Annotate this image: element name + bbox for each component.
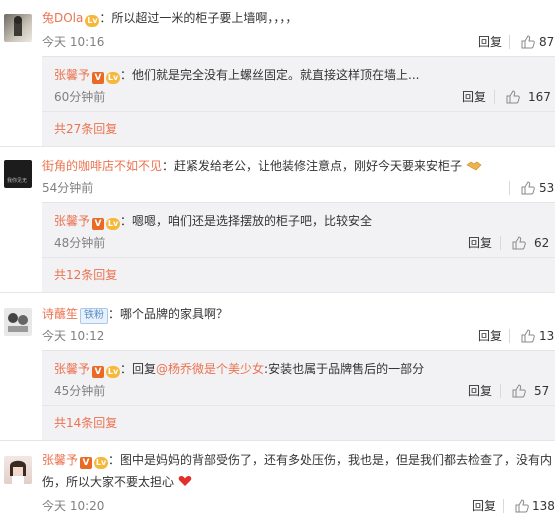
reply-section: 张馨予 V Lv ：嗯嗯，咱们还是选择摆放的柜子吧，比较安全 48分钟前 回复 62 … — [42, 202, 555, 292]
verified-v-icon: V — [92, 218, 105, 230]
more-replies-link[interactable]: 共14条回复 — [54, 415, 117, 431]
comment-time: 54分钟前 — [42, 181, 94, 195]
divider — [0, 146, 555, 147]
divider — [509, 35, 510, 49]
reply-username[interactable]: 张馨予 — [54, 362, 90, 376]
reply-time: 48分钟前 — [54, 236, 106, 250]
like-count: 53 — [539, 181, 555, 195]
reply-text: :安装也属于品牌售后的一部分 — [264, 362, 425, 376]
thumb-up-icon[interactable] — [521, 181, 535, 195]
reply-button[interactable]: 回复 — [472, 498, 496, 514]
reply-button[interactable]: 回复 — [468, 235, 492, 251]
comment-text: ：哪个品牌的家具啊？ — [108, 307, 229, 321]
comment-username[interactable]: 张馨予 — [42, 453, 78, 467]
thumb-up-icon[interactable] — [506, 90, 520, 104]
reply-section: 张馨予 V Lv ：回复@杨乔微是个美少女:安装也属于品牌售后的一部分 45分钟前 回… — [42, 350, 555, 440]
divider — [42, 111, 555, 112]
divider — [509, 181, 510, 195]
avatar[interactable]: 我你见无 — [4, 160, 32, 188]
comment-text: ：赶紧发给老公，让他装修注意点，刚好今天要来安柜子 — [162, 159, 463, 173]
reply-text: ：嗯嗯，咱们还是选择摆放的柜子吧，比较安全 — [120, 214, 373, 228]
thumb-up-icon[interactable] — [512, 384, 526, 398]
more-replies-link[interactable]: 共12条回复 — [54, 267, 117, 283]
like-count: 13 — [539, 329, 555, 343]
red-heart-icon — [178, 476, 192, 486]
handshake-icon — [466, 161, 482, 171]
comment-username[interactable]: 街角的咖啡店不如不见 — [42, 159, 162, 173]
reply-section: 张馨予 V Lv ：他们就是完全没有上螺丝固定。就直接这样顶在墙上... 60分钟前 … — [42, 56, 555, 146]
comment-time: 今天 10:12 — [42, 329, 105, 343]
reply-username[interactable]: 张馨予 — [54, 214, 90, 228]
divider — [42, 405, 555, 406]
reply-prefix: ：回复 — [120, 362, 157, 376]
divider — [500, 384, 501, 398]
vip-level-icon: Lv — [106, 218, 121, 230]
like-count: 167 — [528, 90, 551, 104]
comment-username[interactable]: 诗蘸笙 — [42, 307, 78, 321]
reply-button[interactable]: 回复 — [478, 34, 502, 50]
divider — [500, 236, 501, 250]
verified-v-icon: V — [80, 457, 93, 469]
thumb-up-icon[interactable] — [521, 35, 535, 49]
reply-button[interactable]: 回复 — [462, 89, 486, 105]
comment-text-continued: 伤，所以大家不要太担心 — [42, 475, 175, 489]
divider — [0, 292, 555, 293]
reply-username[interactable]: 张馨予 — [54, 68, 90, 82]
vip-level-icon: Lv — [106, 366, 121, 378]
avatar[interactable] — [4, 14, 32, 42]
like-count: 138 — [532, 499, 555, 513]
like-count: 57 — [534, 384, 550, 398]
comment-time: 今天 10:20 — [42, 499, 105, 513]
avatar[interactable] — [4, 308, 32, 336]
divider — [42, 257, 555, 258]
vip-level-icon: Lv — [106, 72, 121, 84]
like-count: 62 — [534, 236, 550, 250]
mention-link[interactable]: @杨乔微是个美少女 — [156, 362, 264, 376]
verified-v-icon: V — [92, 72, 105, 84]
vip-level-icon: Lv — [85, 15, 100, 27]
iron-fan-badge: 铁粉 — [80, 308, 109, 324]
divider — [0, 440, 555, 441]
comment-username[interactable]: 兔DOla — [42, 11, 83, 25]
reply-text: ：他们就是完全没有上螺丝固定。就直接这样顶在墙上... — [120, 68, 420, 82]
vip-level-icon: Lv — [94, 457, 109, 469]
reply-button[interactable]: 回复 — [468, 383, 492, 399]
thumb-up-icon[interactable] — [521, 329, 535, 343]
divider — [503, 499, 504, 513]
reply-button[interactable]: 回复 — [478, 328, 502, 344]
comment-text: ：图中是妈妈的背部受伤了，还有多处压伤，我也是，但是我们都去检查了，没有内 — [108, 453, 553, 467]
more-replies-link[interactable]: 共27条回复 — [54, 121, 117, 137]
divider — [494, 90, 495, 104]
thumb-up-icon[interactable] — [512, 236, 526, 250]
svg-text:我你见无: 我你见无 — [7, 177, 27, 184]
avatar[interactable] — [4, 456, 32, 484]
comment-text: ：所以超过一米的柜子要上墙啊，，，， — [99, 11, 298, 25]
comment-time: 今天 10:16 — [42, 35, 105, 49]
thumb-up-icon[interactable] — [515, 499, 529, 513]
reply-time: 45分钟前 — [54, 384, 106, 398]
reply-time: 60分钟前 — [54, 90, 106, 104]
like-count: 87 — [539, 35, 555, 49]
divider — [509, 329, 510, 343]
verified-v-icon: V — [92, 366, 105, 378]
